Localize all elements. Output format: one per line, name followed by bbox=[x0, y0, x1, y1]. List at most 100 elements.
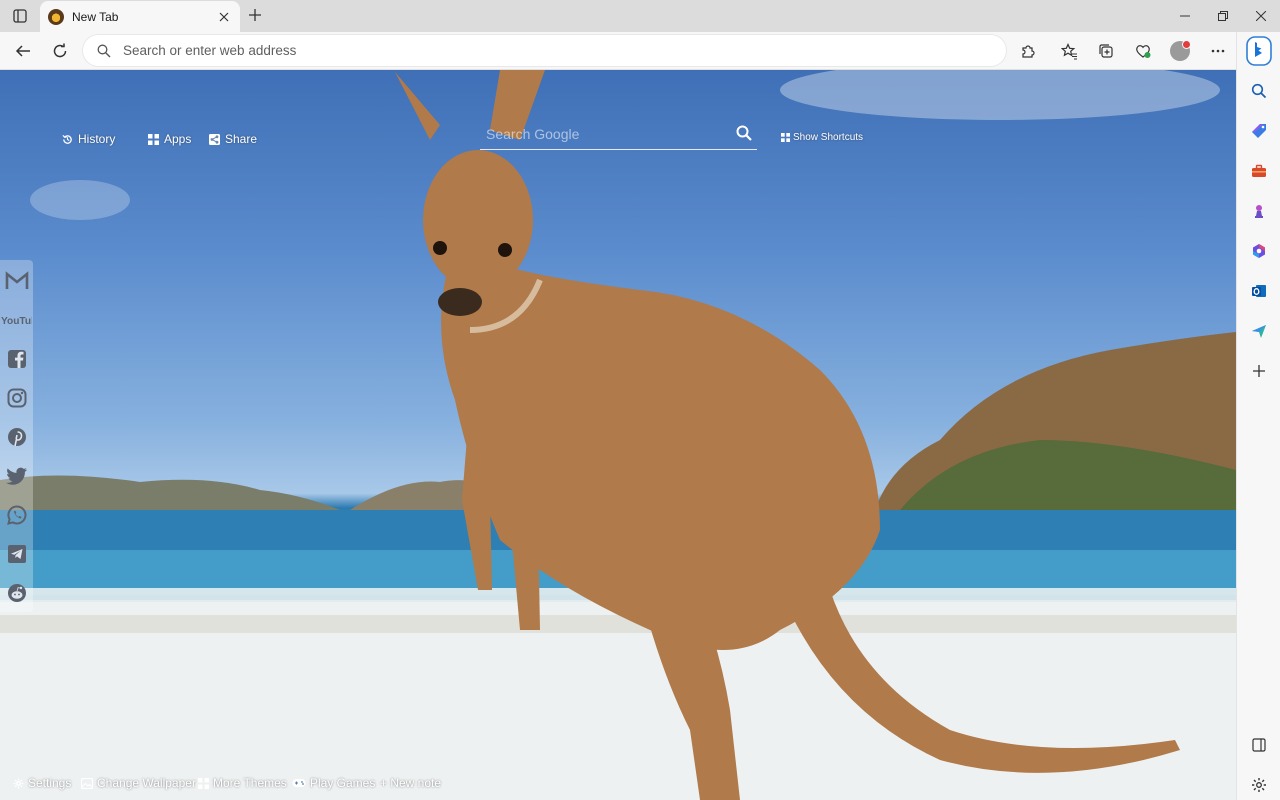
image-icon bbox=[81, 777, 93, 789]
whatsapp-link[interactable] bbox=[4, 502, 29, 527]
sidebar-shopping-button[interactable] bbox=[1246, 118, 1272, 144]
more-themes-label: More Themes bbox=[213, 776, 287, 790]
sidebar-tools-button[interactable] bbox=[1246, 158, 1272, 184]
collections-button[interactable] bbox=[1092, 37, 1120, 65]
minimize-button[interactable] bbox=[1166, 0, 1204, 32]
bing-copilot-button[interactable] bbox=[1245, 36, 1273, 66]
restore-button[interactable] bbox=[1204, 0, 1242, 32]
close-window-button[interactable] bbox=[1242, 0, 1280, 32]
kangaroo-favicon-icon bbox=[48, 8, 64, 25]
outlook-icon bbox=[1252, 285, 1266, 297]
whatsapp-icon bbox=[6, 504, 26, 525]
avatar bbox=[1170, 40, 1191, 61]
gear-icon bbox=[1252, 778, 1266, 792]
history-label: History bbox=[78, 132, 116, 146]
tab-actions-button[interactable] bbox=[8, 4, 32, 28]
sidebar-add-button[interactable] bbox=[1246, 358, 1272, 384]
browser-toolbar bbox=[0, 32, 1280, 70]
refresh-button[interactable] bbox=[46, 37, 74, 65]
gear-icon bbox=[13, 778, 24, 788]
show-shortcuts-label: Show Shortcuts bbox=[793, 132, 864, 143]
twitter-link[interactable] bbox=[4, 463, 29, 488]
back-button[interactable] bbox=[9, 37, 37, 65]
minimize-icon bbox=[1180, 15, 1190, 17]
tab-strip: New Tab bbox=[0, 0, 1280, 32]
address-bar[interactable] bbox=[83, 35, 1006, 66]
search-icon bbox=[97, 44, 111, 57]
sidebar-drop-button[interactable] bbox=[1246, 318, 1272, 344]
tab-new-tab[interactable]: New Tab bbox=[40, 1, 240, 32]
apps-grid-icon bbox=[148, 133, 159, 145]
send-arrow-icon bbox=[1252, 325, 1266, 338]
show-shortcuts-link[interactable]: Show Shortcuts bbox=[781, 132, 863, 143]
sidebar-panel-icon bbox=[1252, 738, 1266, 752]
address-input[interactable] bbox=[123, 43, 983, 58]
share-link[interactable]: Share bbox=[209, 132, 257, 146]
toolbox-icon bbox=[1252, 164, 1266, 177]
bing-icon bbox=[1246, 36, 1272, 66]
reddit-icon bbox=[7, 583, 26, 602]
browser-essentials-button[interactable] bbox=[1129, 37, 1157, 65]
settings-and-more-button[interactable] bbox=[1204, 37, 1232, 65]
more-themes-link[interactable]: More Themes bbox=[198, 776, 287, 790]
twitter-icon bbox=[5, 467, 27, 485]
shortcuts-grid-icon bbox=[781, 133, 790, 142]
play-games-link[interactable]: Play Games bbox=[292, 776, 375, 790]
youtube-label: YouTube bbox=[1, 315, 32, 326]
restore-icon bbox=[1218, 11, 1228, 21]
gamepad-icon bbox=[292, 779, 306, 787]
close-icon bbox=[1256, 11, 1266, 21]
youtube-icon: YouTube bbox=[1, 315, 32, 326]
microsoft-365-icon bbox=[1253, 244, 1265, 258]
social-links-dock: YouTube bbox=[0, 260, 33, 612]
instagram-link[interactable] bbox=[4, 385, 29, 410]
settings-link[interactable]: Settings bbox=[13, 776, 71, 790]
settings-label: Settings bbox=[28, 776, 72, 790]
gmail-icon bbox=[5, 270, 28, 289]
instagram-icon bbox=[7, 388, 26, 407]
reddit-link[interactable] bbox=[4, 580, 29, 605]
facebook-icon bbox=[7, 349, 26, 368]
search-icon[interactable] bbox=[735, 124, 753, 142]
google-search-box[interactable] bbox=[480, 118, 757, 150]
tab-close-button[interactable] bbox=[216, 9, 232, 25]
youtube-link[interactable]: YouTube bbox=[1, 307, 32, 332]
history-icon bbox=[62, 134, 72, 144]
change-wallpaper-link[interactable]: Change Wallpaper bbox=[81, 776, 196, 790]
favorites-button[interactable] bbox=[1055, 37, 1083, 65]
play-games-label: Play Games bbox=[310, 776, 376, 790]
new-note-label: + New note bbox=[380, 776, 442, 790]
chess-piece-icon bbox=[1255, 205, 1263, 218]
extensions-button[interactable] bbox=[1014, 37, 1042, 65]
history-link[interactable]: History bbox=[62, 132, 115, 146]
sidebar-games-button[interactable] bbox=[1246, 198, 1272, 224]
apps-link[interactable]: Apps bbox=[148, 132, 191, 146]
tab-actions-icon bbox=[13, 9, 27, 23]
sidebar-search-button[interactable] bbox=[1246, 78, 1272, 104]
hide-sidebar-button[interactable] bbox=[1246, 732, 1272, 758]
sidebar-settings-button[interactable] bbox=[1246, 772, 1272, 798]
google-search-input[interactable] bbox=[480, 125, 720, 142]
sidebar-m365-button[interactable] bbox=[1246, 238, 1272, 264]
facebook-link[interactable] bbox=[4, 346, 29, 371]
gmail-link[interactable] bbox=[4, 268, 29, 293]
kangaroo-wallpaper bbox=[0, 70, 1236, 800]
new-tab-button[interactable] bbox=[244, 4, 266, 26]
pinterest-link[interactable] bbox=[4, 424, 29, 449]
favorites-star-icon bbox=[1060, 42, 1077, 60]
sidebar-outlook-button[interactable] bbox=[1246, 278, 1272, 304]
profile-button[interactable] bbox=[1166, 37, 1194, 65]
share-icon bbox=[209, 133, 220, 145]
apps-label: Apps bbox=[164, 132, 192, 146]
close-icon bbox=[219, 12, 229, 21]
telegram-icon bbox=[7, 544, 26, 563]
new-note-link[interactable]: + New note bbox=[380, 776, 441, 790]
shopping-tag-icon bbox=[1252, 124, 1266, 138]
refresh-icon bbox=[53, 43, 67, 58]
more-dots-icon bbox=[1211, 49, 1225, 53]
new-tab-page: History Apps Share Show Shortcuts YouTub… bbox=[0, 70, 1236, 800]
change-wallpaper-label: Change Wallpaper bbox=[97, 776, 196, 790]
plus-icon bbox=[1253, 365, 1265, 377]
back-arrow-icon bbox=[15, 45, 30, 57]
telegram-link[interactable] bbox=[4, 541, 29, 566]
